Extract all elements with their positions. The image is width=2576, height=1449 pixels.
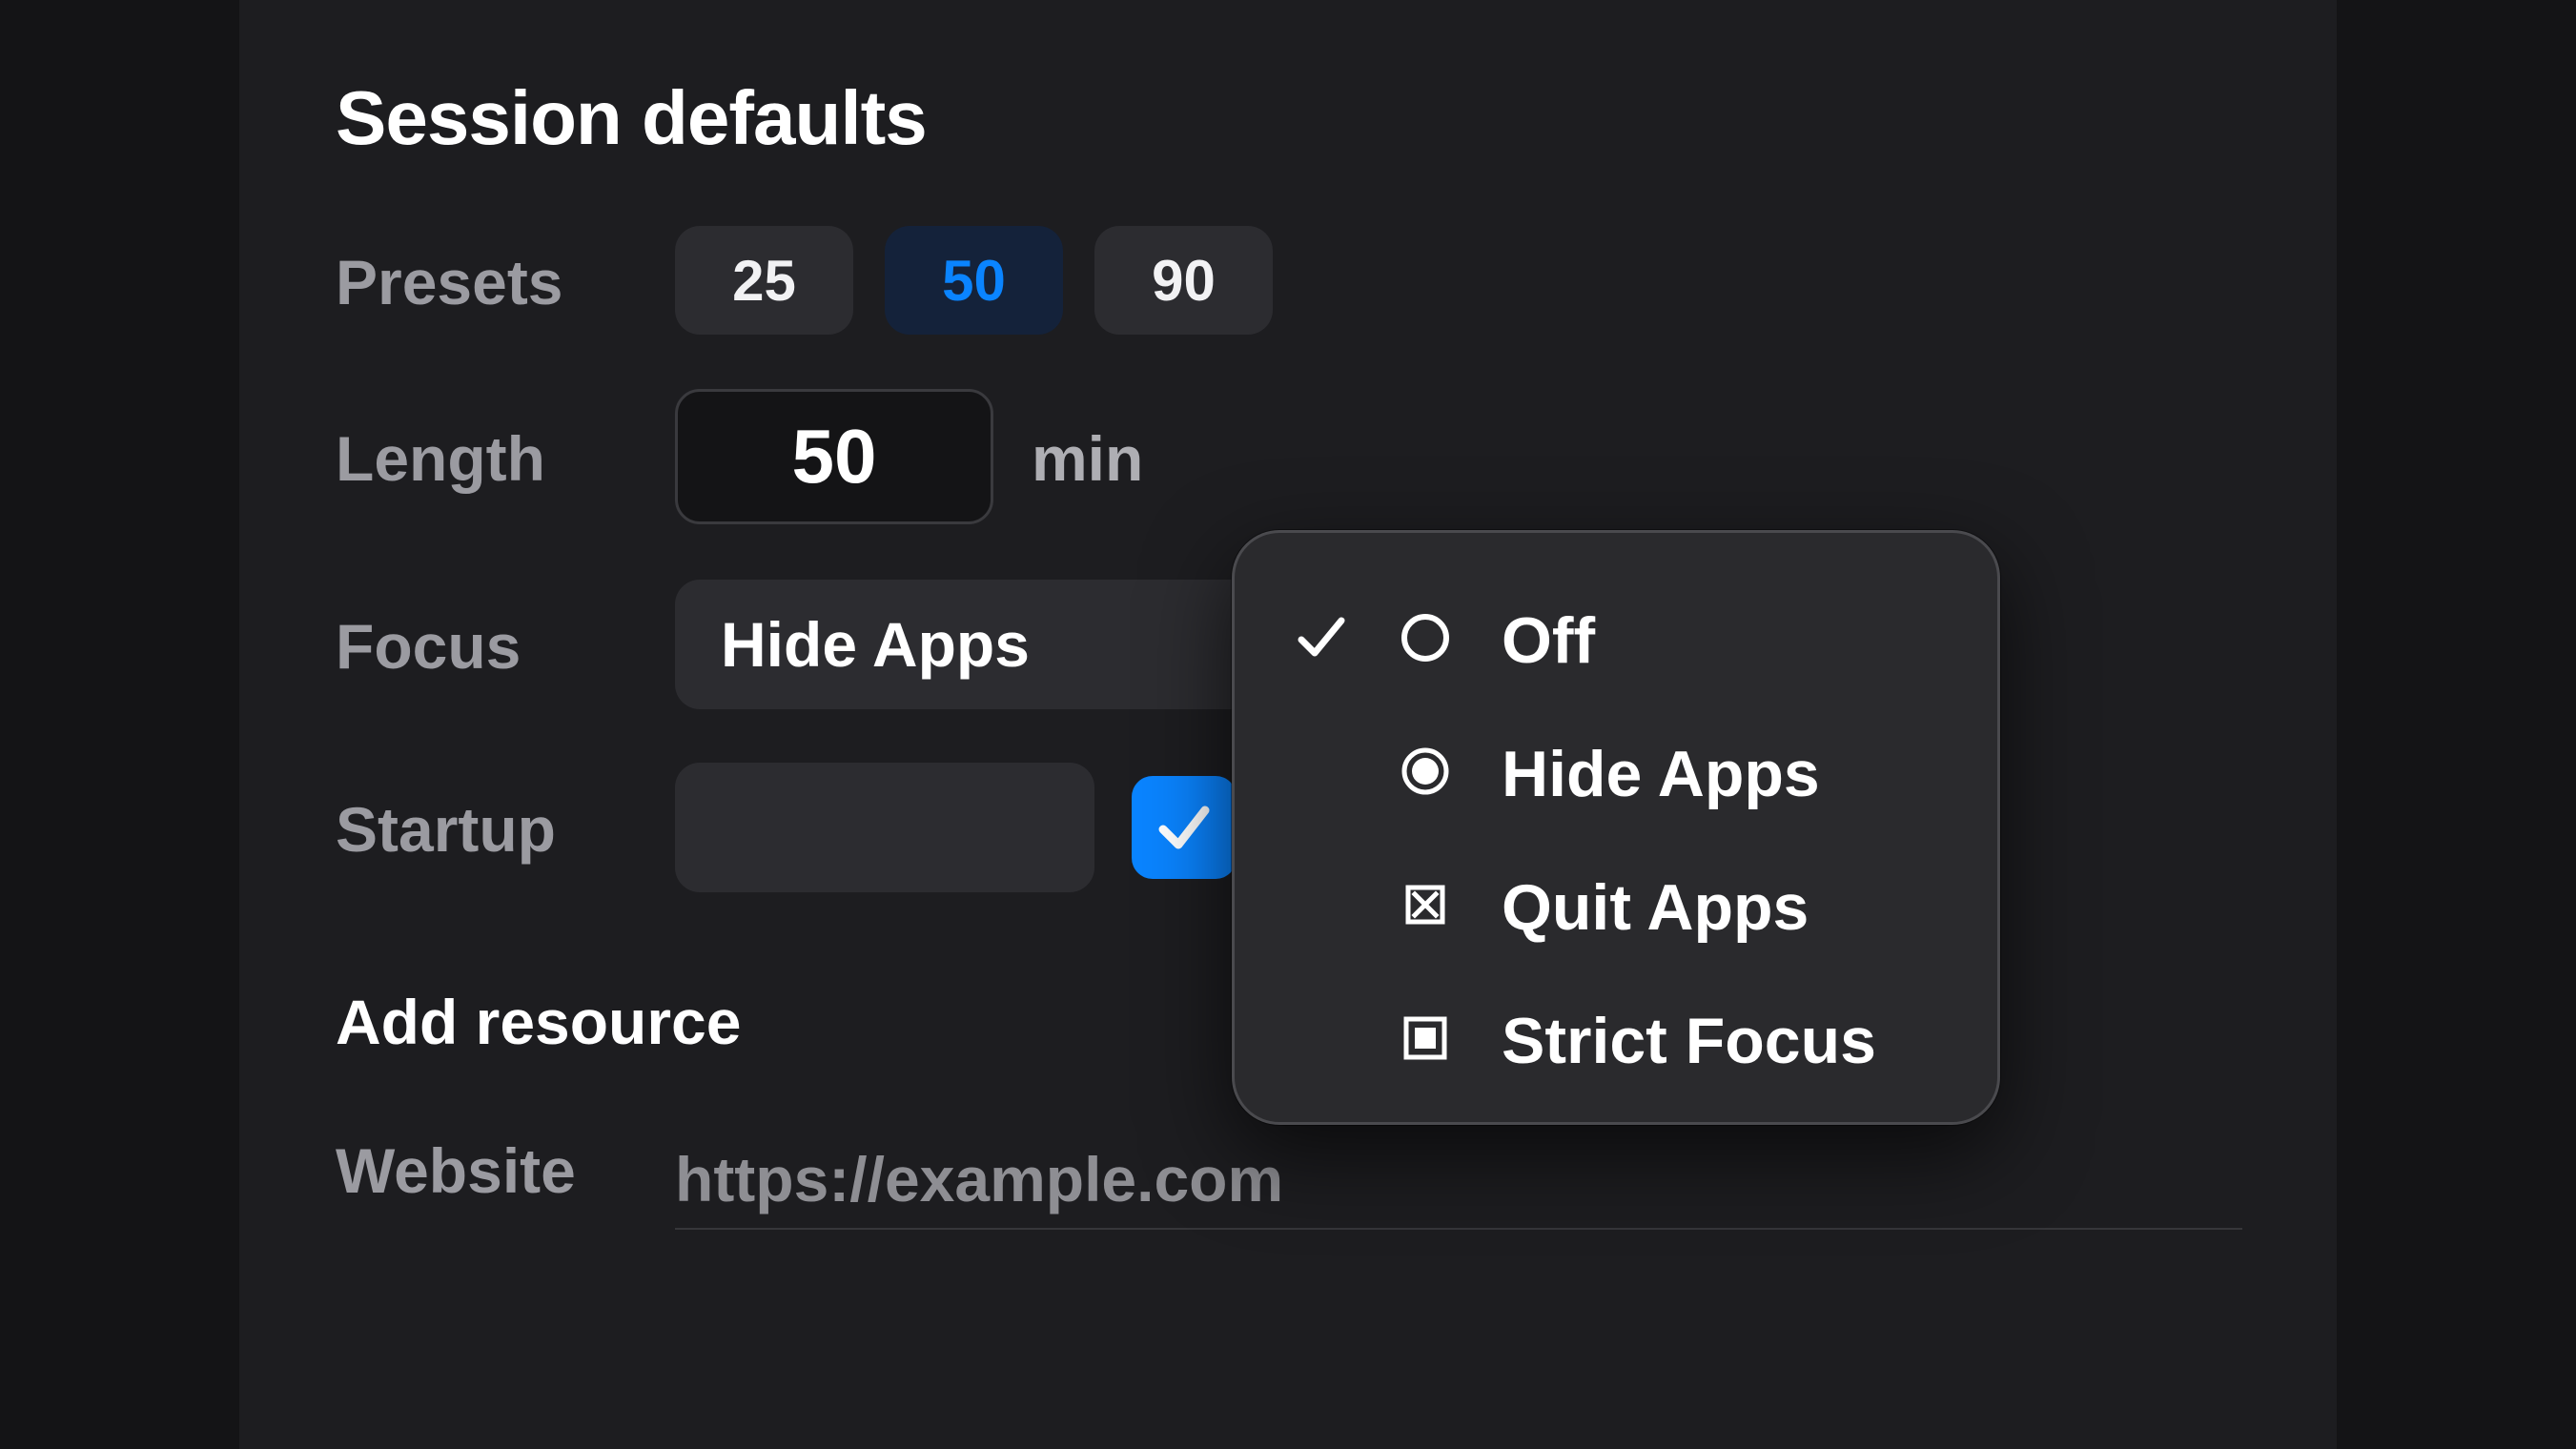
preset-90-button[interactable]: 90 bbox=[1094, 226, 1273, 335]
length-unit: min bbox=[1032, 423, 1144, 494]
menu-item-label: Strict Focus bbox=[1502, 1005, 1876, 1077]
menu-item-quit-apps[interactable]: Quit Apps bbox=[1235, 847, 1997, 962]
preset-25-button[interactable]: 25 bbox=[675, 226, 853, 335]
focus-label: Focus bbox=[336, 611, 521, 682]
menu-item-label: Quit Apps bbox=[1502, 871, 1809, 944]
length-label: Length bbox=[336, 423, 545, 494]
checkmark-icon bbox=[1158, 806, 1210, 849]
menu-item-hide-apps[interactable]: Hide Apps bbox=[1235, 714, 1997, 828]
checkmark-icon bbox=[1298, 617, 1345, 657]
app-window: Session defaults Presets 25 50 90 Length… bbox=[0, 0, 2576, 1449]
presets-label: Presets bbox=[336, 247, 563, 317]
page-title: Session defaults bbox=[336, 75, 928, 160]
startup-field[interactable] bbox=[675, 763, 1094, 892]
website-label: Website bbox=[336, 1135, 576, 1206]
add-resource-heading: Add resource bbox=[336, 987, 742, 1057]
boxed-x-icon bbox=[1405, 885, 1445, 925]
startup-label: Startup bbox=[336, 794, 556, 865]
menu-item-strict-focus[interactable]: Strict Focus bbox=[1235, 981, 1997, 1095]
menu-item-label: Off bbox=[1502, 604, 1596, 677]
menu-item-label: Hide Apps bbox=[1502, 738, 1820, 810]
boxed-square-icon bbox=[1403, 1016, 1447, 1060]
menu-item-off[interactable]: Off bbox=[1235, 581, 1997, 695]
radio-filled-icon bbox=[1401, 747, 1449, 795]
focus-select-value: Hide Apps bbox=[721, 609, 1030, 680]
startup-checkbox[interactable] bbox=[1132, 776, 1237, 879]
website-input[interactable] bbox=[675, 1131, 2242, 1230]
preset-50-button[interactable]: 50 bbox=[885, 226, 1063, 335]
focus-dropdown-menu: Off Hide Apps Quit Apps Strict Focus bbox=[1232, 530, 2000, 1125]
circle-outline-icon bbox=[1401, 614, 1449, 662]
length-input[interactable]: 50 bbox=[675, 389, 993, 524]
